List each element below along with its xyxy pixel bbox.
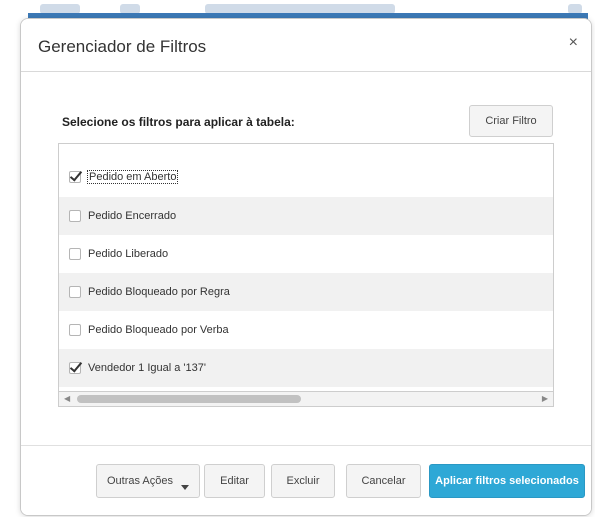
delete-button[interactable]: Excluir bbox=[271, 464, 335, 498]
filter-row-pedido-bloqueado-regra[interactable]: Pedido Bloqueado por Regra bbox=[59, 273, 553, 311]
checkbox-icon[interactable] bbox=[69, 248, 81, 260]
cancel-button[interactable]: Cancelar bbox=[346, 464, 421, 498]
dialog-footer: Outras Ações Editar Excluir Cancelar Apl… bbox=[21, 445, 591, 515]
checkbox-icon[interactable] bbox=[69, 362, 81, 374]
filter-row-pedido-encerrado[interactable]: Pedido Encerrado bbox=[59, 197, 553, 235]
checkbox-icon[interactable] bbox=[69, 210, 81, 222]
caret-down-icon bbox=[181, 485, 189, 490]
horizontal-scrollbar[interactable]: ◀ ▶ bbox=[58, 391, 554, 407]
dialog-header: Gerenciador de Filtros × bbox=[21, 19, 591, 72]
checkbox-icon[interactable] bbox=[69, 171, 81, 183]
scrollbar-thumb[interactable] bbox=[77, 395, 301, 403]
filter-row-pedido-bloqueado-verba[interactable]: Pedido Bloqueado por Verba bbox=[59, 311, 553, 349]
filter-label: Vendedor 1 Igual a '137' bbox=[88, 362, 206, 374]
filter-label: Pedido em Aberto bbox=[86, 170, 179, 184]
background-page-header bbox=[0, 0, 595, 20]
close-icon[interactable]: × bbox=[569, 35, 578, 51]
instruction-text: Selecione os filtros para aplicar à tabe… bbox=[62, 115, 295, 129]
edit-button[interactable]: Editar bbox=[204, 464, 265, 498]
apply-filters-button[interactable]: Aplicar filtros selecionados bbox=[429, 464, 585, 498]
filter-label: Pedido Bloqueado por Verba bbox=[88, 324, 229, 336]
filter-manager-dialog: Gerenciador de Filtros × Selecione os fi… bbox=[20, 18, 592, 516]
create-filter-button[interactable]: Criar Filtro bbox=[469, 105, 553, 137]
arrow-left-icon[interactable]: ◀ bbox=[64, 394, 70, 403]
checkbox-icon[interactable] bbox=[69, 286, 81, 298]
more-actions-button[interactable]: Outras Ações bbox=[96, 464, 200, 498]
more-actions-label: Outras Ações bbox=[106, 475, 174, 487]
dialog-title: Gerenciador de Filtros bbox=[38, 37, 207, 56]
filter-row-vendedor-137[interactable]: Vendedor 1 Igual a '137' bbox=[59, 349, 553, 387]
checkbox-icon[interactable] bbox=[69, 324, 81, 336]
filter-label: Pedido Liberado bbox=[88, 248, 169, 260]
filter-label: Pedido Bloqueado por Regra bbox=[88, 286, 230, 298]
arrow-right-icon[interactable]: ▶ bbox=[542, 394, 548, 403]
filter-row-pedido-em-aberto[interactable]: Pedido em Aberto bbox=[59, 158, 553, 196]
filter-list: Pedido em Aberto Pedido Encerrado Pedido… bbox=[58, 143, 554, 407]
filter-label: Pedido Encerrado bbox=[88, 210, 177, 222]
filter-row-pedido-liberado[interactable]: Pedido Liberado bbox=[59, 235, 553, 273]
